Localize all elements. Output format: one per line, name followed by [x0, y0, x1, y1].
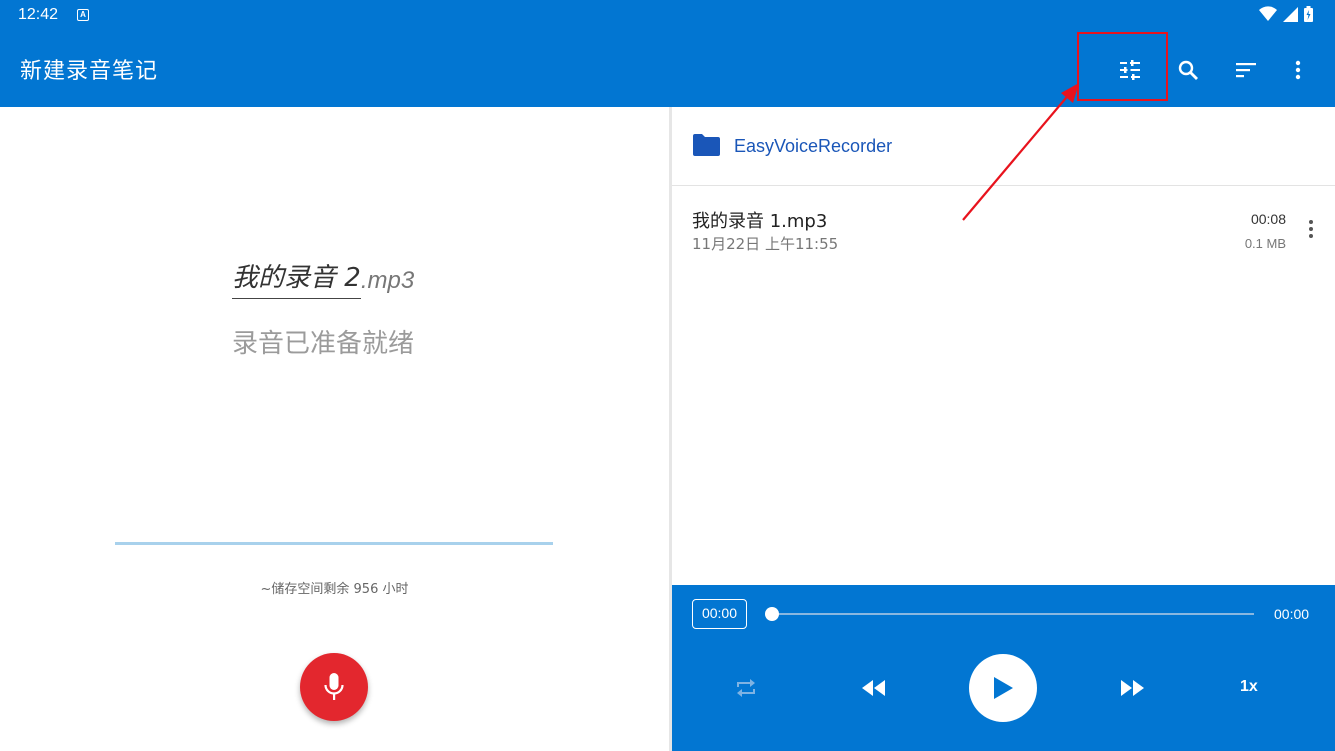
recorder-status: 录音已准备就绪 [232, 329, 415, 359]
more-vert-icon [1309, 220, 1313, 238]
audio-player: 00:00 00:00 1x [672, 585, 1335, 751]
status-icons [1259, 6, 1313, 22]
repeat-button[interactable] [731, 675, 761, 701]
wifi-icon [1259, 6, 1277, 22]
folder-name: EasyVoiceRecorder [734, 136, 893, 156]
recording-name: 我的录音 1.mp3 [692, 211, 828, 232]
a-letter-icon: A [77, 9, 89, 21]
recording-more-button[interactable] [1301, 216, 1321, 242]
folder-header[interactable]: EasyVoiceRecorder [672, 107, 1335, 186]
signal-icon [1283, 6, 1298, 22]
folder-icon [693, 134, 720, 156]
record-button[interactable] [300, 653, 368, 721]
storage-remaining: ~储存空间剩余 956 小时 [260, 582, 409, 597]
filename-input[interactable]: 我的录音 2 [232, 257, 361, 299]
status-time: 12:42 [18, 6, 59, 23]
recorder-pane: 我的录音 2 .mp3 录音已准备就绪 ~储存空间剩余 956 小时 [0, 107, 669, 751]
search-button[interactable] [1164, 46, 1212, 94]
sort-button[interactable] [1222, 46, 1270, 94]
status-bar: 12:42 A [0, 0, 1335, 32]
total-time: 00:00 [1274, 606, 1310, 622]
filename-extension: .mp3 [360, 267, 415, 294]
recording-list-item[interactable]: 我的录音 1.mp3 11月22日 上午11:55 00:08 0.1 MB [672, 186, 1335, 262]
recording-duration: 00:08 [1250, 211, 1286, 227]
app-bar: 新建录音笔记 [0, 32, 1335, 107]
battery-icon [1304, 6, 1313, 22]
filter-button[interactable] [1106, 46, 1154, 94]
filename-row: 我的录音 2 .mp3 [232, 257, 414, 299]
recordings-pane: EasyVoiceRecorder 我的录音 1.mp3 11月22日 上午11… [672, 107, 1335, 585]
repeat-icon [737, 679, 755, 697]
more-vert-icon [1295, 60, 1301, 80]
search-icon [1178, 60, 1198, 80]
seek-thumb[interactable] [765, 607, 779, 621]
current-time[interactable]: 00:00 [692, 599, 747, 629]
rewind-icon [862, 680, 885, 696]
page-title: 新建录音笔记 [20, 59, 159, 84]
fast-forward-button[interactable] [1118, 676, 1146, 700]
more-options-button[interactable] [1274, 46, 1322, 94]
mic-icon [324, 673, 344, 700]
fast-forward-icon [1121, 680, 1144, 696]
sort-icon [1236, 63, 1256, 78]
playback-speed[interactable]: 1x [1240, 678, 1258, 696]
recording-date: 11月22日 上午11:55 [692, 235, 839, 253]
tune-icon [1120, 60, 1140, 80]
play-icon [994, 677, 1013, 699]
play-button[interactable] [969, 654, 1037, 722]
app-screen: 12:42 A 新建录音笔记 我的录音 2 .mp3 录音已准备就绪 ~储存空间… [0, 0, 1335, 751]
audio-level-bar [115, 542, 553, 545]
seek-bar[interactable] [771, 613, 1254, 615]
recording-size: 0.1 MB [1244, 236, 1286, 251]
rewind-button[interactable] [860, 676, 888, 700]
